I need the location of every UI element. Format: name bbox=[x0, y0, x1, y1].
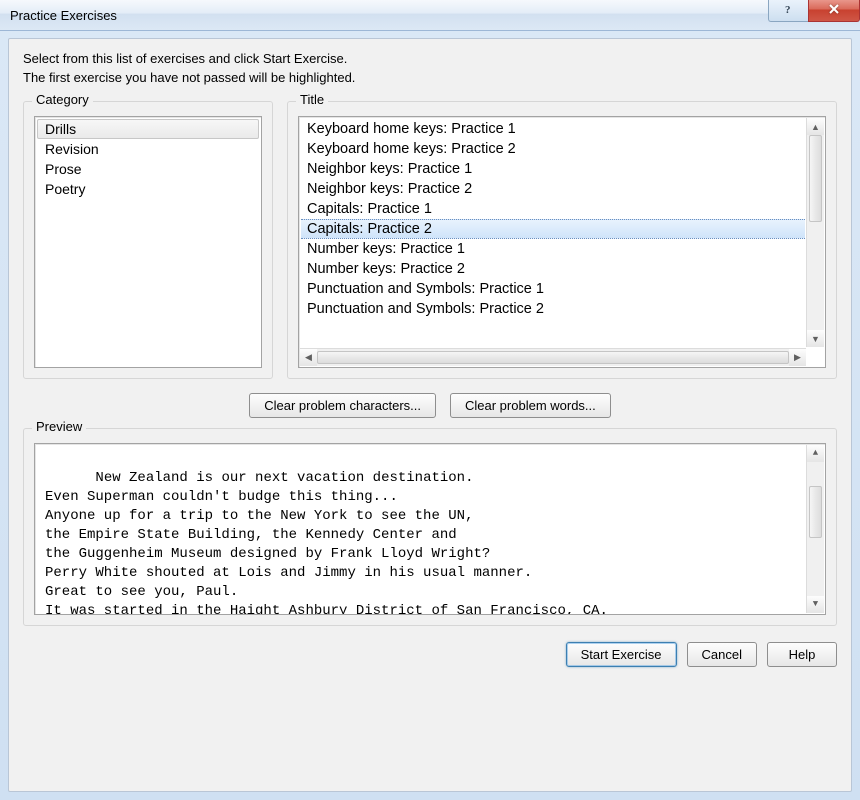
title-vscrollbar[interactable]: ▲ ▼ bbox=[806, 118, 824, 347]
list-item[interactable]: Capitals: Practice 2 bbox=[301, 219, 805, 239]
window-controls: ? bbox=[768, 0, 860, 22]
window-help-button[interactable]: ? bbox=[768, 0, 808, 22]
title-list-inner: Keyboard home keys: Practice 1 Keyboard … bbox=[301, 119, 805, 347]
scroll-down-icon[interactable]: ▼ bbox=[807, 596, 824, 613]
category-item-revision[interactable]: Revision bbox=[37, 139, 259, 159]
scroll-track[interactable] bbox=[807, 135, 824, 330]
title-group: Title Keyboard home keys: Practice 1 Key… bbox=[287, 101, 837, 379]
list-item[interactable]: Number keys: Practice 2 bbox=[301, 259, 805, 279]
clear-problem-characters-button[interactable]: Clear problem characters... bbox=[249, 393, 436, 418]
scroll-thumb[interactable] bbox=[809, 486, 822, 538]
scroll-right-icon[interactable]: ▶ bbox=[789, 349, 806, 366]
preview-vscrollbar[interactable]: ▲ ▼ bbox=[806, 445, 824, 613]
start-exercise-button[interactable]: Start Exercise bbox=[566, 642, 677, 667]
list-item[interactable]: Neighbor keys: Practice 1 bbox=[301, 159, 805, 179]
intro-line-2: The first exercise you have not passed w… bbox=[23, 70, 837, 85]
close-icon bbox=[828, 3, 840, 18]
category-group: Category Drills Revision Prose Poetry bbox=[23, 101, 273, 379]
list-item[interactable]: Keyboard home keys: Practice 2 bbox=[301, 139, 805, 159]
category-item-poetry[interactable]: Poetry bbox=[37, 179, 259, 199]
mid-button-row: Clear problem characters... Clear proble… bbox=[23, 393, 837, 418]
preview-label: Preview bbox=[32, 419, 86, 434]
list-item[interactable]: Punctuation and Symbols: Practice 1 bbox=[301, 279, 805, 299]
cancel-button[interactable]: Cancel bbox=[687, 642, 757, 667]
title-label: Title bbox=[296, 92, 328, 107]
hscroll-thumb[interactable] bbox=[317, 351, 789, 364]
category-item-prose[interactable]: Prose bbox=[37, 159, 259, 179]
hscroll-track[interactable] bbox=[317, 349, 789, 366]
preview-textbox[interactable]: New Zealand is our next vacation destina… bbox=[34, 443, 826, 615]
bottom-button-row: Start Exercise Cancel Help bbox=[23, 642, 837, 667]
list-item[interactable]: Keyboard home keys: Practice 1 bbox=[301, 119, 805, 139]
window-close-button[interactable] bbox=[808, 0, 860, 22]
list-item[interactable]: Capitals: Practice 1 bbox=[301, 199, 805, 219]
scroll-left-icon[interactable]: ◀ bbox=[300, 349, 317, 366]
list-item[interactable]: Punctuation and Symbols: Practice 2 bbox=[301, 299, 805, 319]
scroll-up-icon[interactable]: ▲ bbox=[807, 445, 824, 462]
preview-group: Preview New Zealand is our next vacation… bbox=[23, 428, 837, 626]
dialog-body: Select from this list of exercises and c… bbox=[8, 38, 852, 792]
intro-line-1: Select from this list of exercises and c… bbox=[23, 51, 837, 66]
svg-text:?: ? bbox=[785, 4, 791, 15]
scroll-thumb[interactable] bbox=[809, 135, 822, 222]
titlebar: Practice Exercises ? bbox=[0, 0, 860, 31]
category-listbox[interactable]: Drills Revision Prose Poetry bbox=[34, 116, 262, 368]
help-button[interactable]: Help bbox=[767, 642, 837, 667]
window-title: Practice Exercises bbox=[10, 8, 117, 23]
list-item[interactable]: Number keys: Practice 1 bbox=[301, 239, 805, 259]
scroll-up-icon[interactable]: ▲ bbox=[807, 118, 824, 135]
scroll-down-icon[interactable]: ▼ bbox=[807, 330, 824, 347]
category-label: Category bbox=[32, 92, 93, 107]
help-icon: ? bbox=[783, 3, 795, 18]
list-item[interactable]: Neighbor keys: Practice 2 bbox=[301, 179, 805, 199]
category-item-drills[interactable]: Drills bbox=[37, 119, 259, 139]
title-hscrollbar[interactable]: ◀ ▶ bbox=[300, 348, 806, 366]
clear-problem-words-button[interactable]: Clear problem words... bbox=[450, 393, 611, 418]
scroll-track[interactable] bbox=[807, 462, 824, 596]
preview-text: New Zealand is our next vacation destina… bbox=[45, 470, 608, 615]
title-listbox[interactable]: Keyboard home keys: Practice 1 Keyboard … bbox=[298, 116, 826, 368]
